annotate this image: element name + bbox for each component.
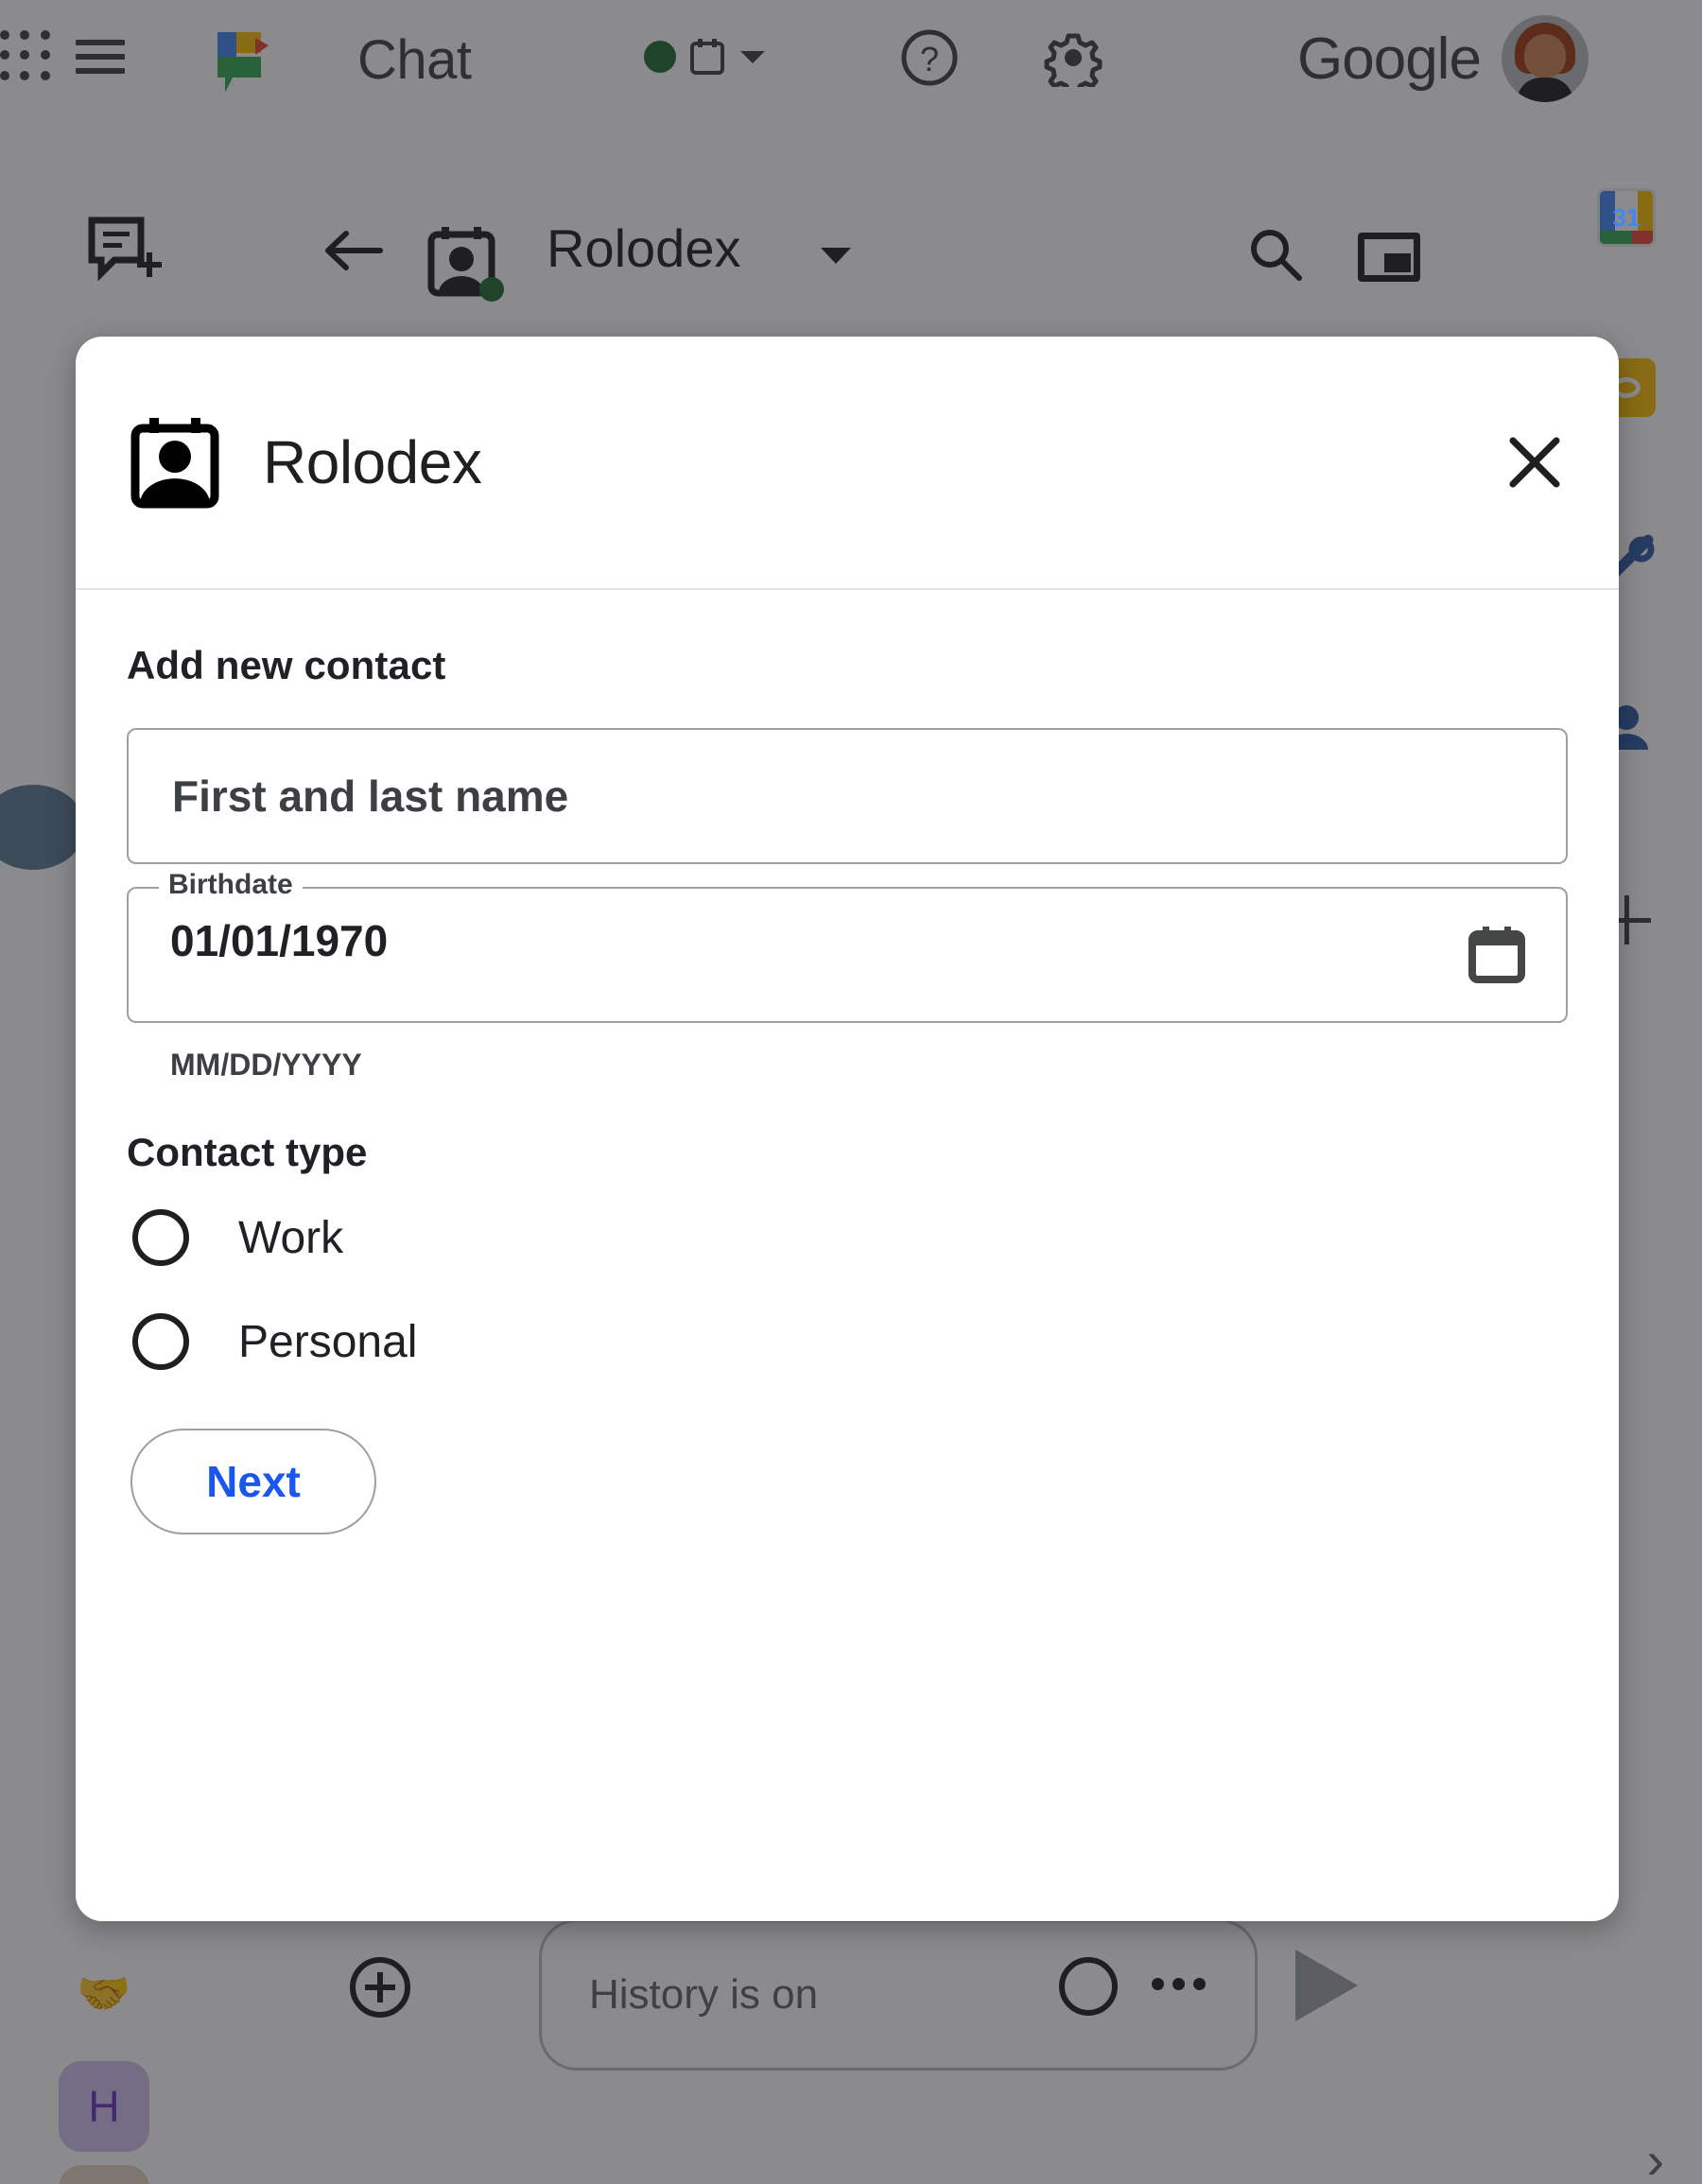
radio-button-personal[interactable] <box>132 1313 189 1370</box>
radio-option-personal[interactable]: Personal <box>127 1300 1568 1383</box>
name-input[interactable]: First and last name <box>127 728 1568 864</box>
dialog-title: Rolodex <box>263 428 482 496</box>
birthdate-value[interactable]: 01/01/1970 <box>170 915 388 966</box>
rolodex-app-icon <box>130 418 219 509</box>
contact-type-label: Contact type <box>127 1130 368 1174</box>
radio-label-work: Work <box>238 1212 344 1263</box>
dialog-header: Rolodex <box>76 337 1619 590</box>
close-icon[interactable] <box>1505 433 1564 492</box>
screen: Chat ? Goog <box>0 0 1702 2184</box>
rolodex-dialog: Rolodex Add new contact First and last n… <box>76 337 1619 1921</box>
name-input-placeholder: First and last name <box>172 771 569 821</box>
section-title: Add new contact <box>127 643 446 687</box>
birthdate-hint: MM/DD/YYYY <box>170 1048 362 1082</box>
next-button[interactable]: Next <box>130 1429 376 1534</box>
radio-label-personal: Personal <box>238 1316 418 1367</box>
dialog-body: Add new contact First and last name Birt… <box>76 590 1619 1534</box>
birthdate-field[interactable]: Birthdate 01/01/1970 <box>127 869 1568 1023</box>
birthdate-label: Birthdate <box>159 869 303 901</box>
radio-button-work[interactable] <box>132 1209 189 1266</box>
radio-option-work[interactable]: Work <box>127 1196 1568 1279</box>
calendar-picker-icon[interactable] <box>1466 923 1528 985</box>
